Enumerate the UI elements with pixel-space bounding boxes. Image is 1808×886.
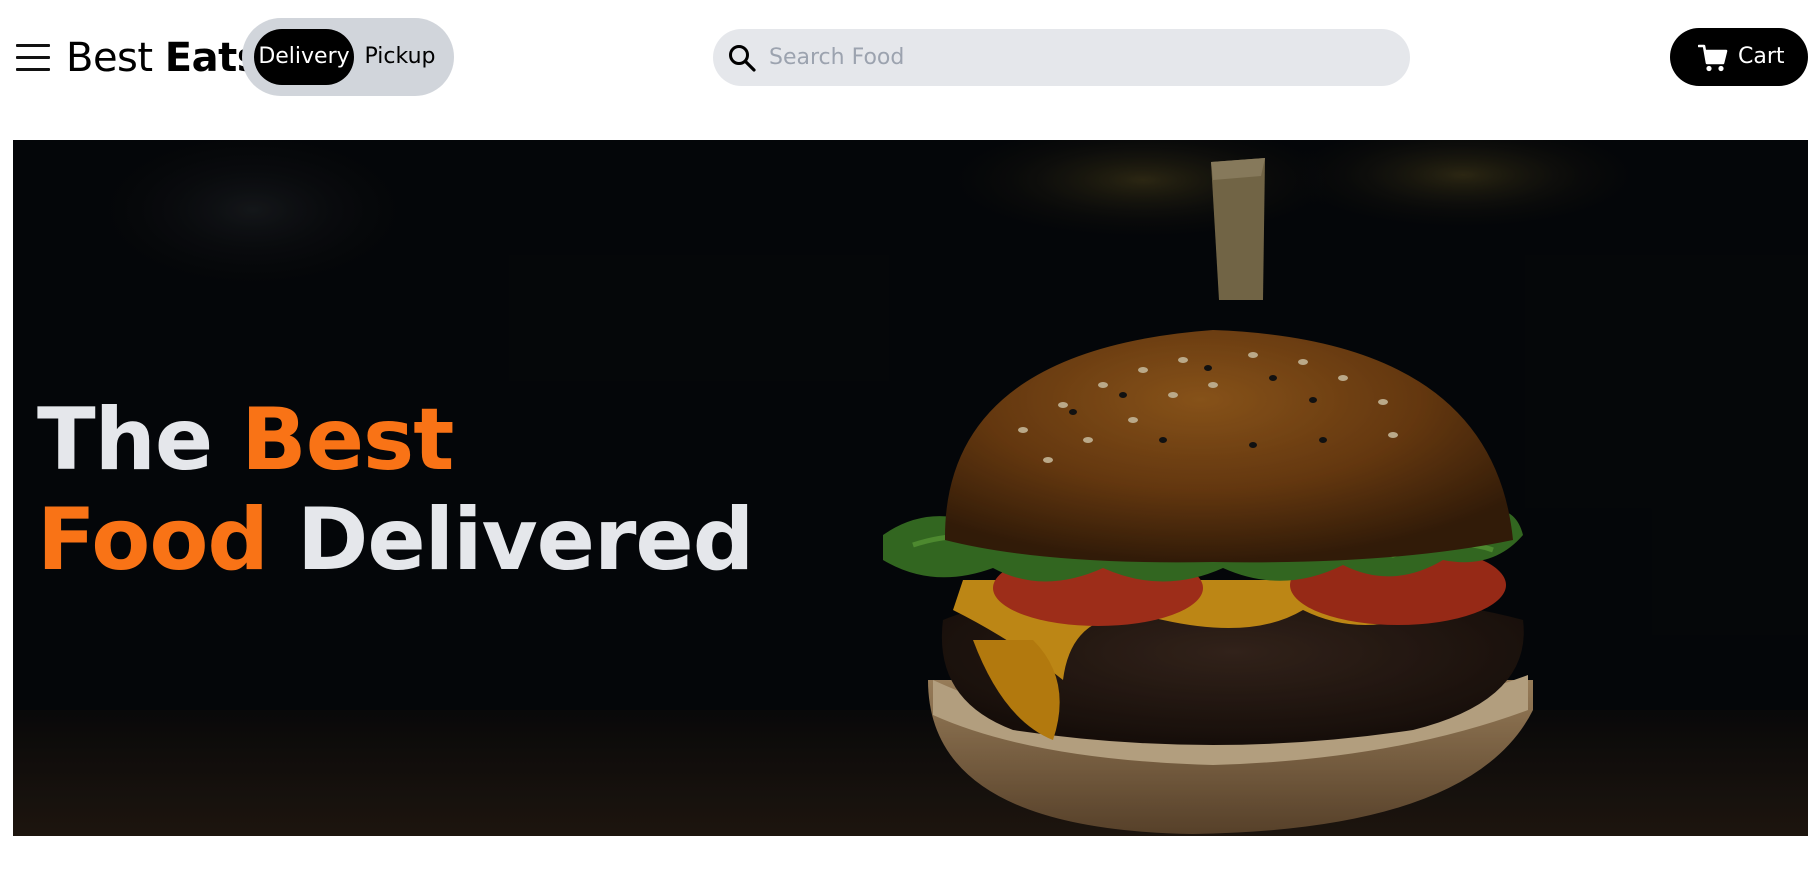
cart-button[interactable]: Cart: [1670, 28, 1808, 86]
search-input[interactable]: [769, 37, 1389, 77]
hamburger-menu-icon[interactable]: [16, 42, 50, 72]
search-bar: [713, 29, 1410, 86]
cart-label: Cart: [1738, 44, 1785, 69]
brand-name-part1: Best: [66, 35, 153, 81]
hero-title-word-the: The: [37, 390, 213, 490]
hero-banner: The Best Food Delivered: [13, 140, 1808, 836]
delivery-pickup-toggle: Delivery Pickup: [242, 18, 454, 96]
hero-title-word-best: Best: [241, 390, 454, 490]
brand-logo[interactable]: Best Eats: [66, 32, 261, 84]
navbar: Best Eats Delivery Pickup Cart: [0, 0, 1808, 120]
hero-title-line2: Food Delivered: [37, 490, 754, 590]
delivery-toggle-button[interactable]: Delivery: [254, 29, 354, 85]
pickup-toggle-button[interactable]: Pickup: [354, 29, 446, 85]
hero-title: The Best Food Delivered: [37, 390, 754, 590]
hero-title-line1: The Best: [37, 390, 753, 490]
hero-title-word-delivered: Delivered: [296, 490, 754, 590]
search-icon[interactable]: [727, 43, 757, 73]
hero-title-word-food: Food: [37, 490, 269, 590]
cart-icon: [1698, 44, 1728, 72]
